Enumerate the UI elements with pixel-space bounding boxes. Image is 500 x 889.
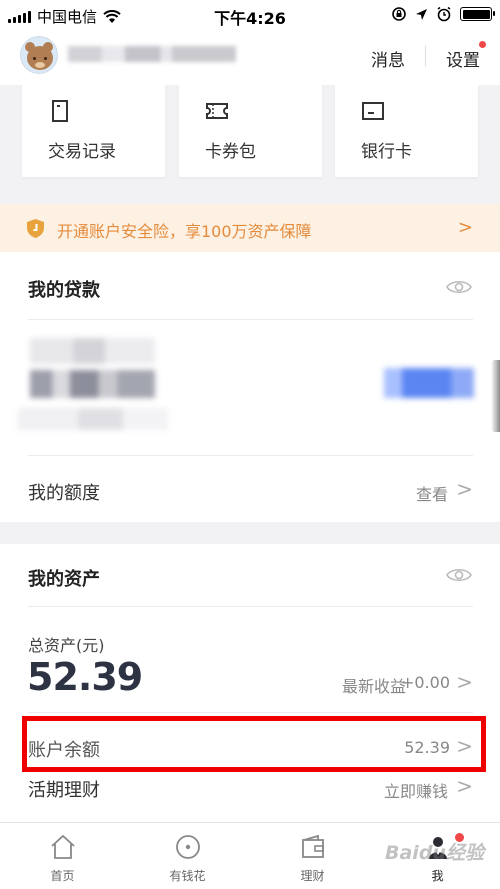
loan-amount-redacted xyxy=(30,370,155,398)
earn-now-link[interactable]: 立即赚钱 xyxy=(384,778,448,802)
assets-divider xyxy=(28,606,473,607)
home-icon xyxy=(50,834,75,859)
settings-notification-dot xyxy=(479,41,486,48)
quick-action-bank-cards[interactable]: 银行卡 xyxy=(335,85,478,177)
watermark: Baidu经验 xyxy=(385,842,484,864)
ticket-icon xyxy=(206,103,228,119)
loan-action-redacted[interactable] xyxy=(384,368,474,398)
messages-link[interactable]: 消息 xyxy=(371,46,405,71)
banner-text: 开通账户安全险，享100万资产保障 xyxy=(57,222,312,241)
highlight-box xyxy=(22,716,486,772)
tab-label: 首页 xyxy=(50,869,75,883)
quick-action-label: 卡券包 xyxy=(205,142,256,162)
loans-card: 我的贷款 我的额度 查看 > xyxy=(0,252,500,522)
quick-action-coupons[interactable]: 卡券包 xyxy=(179,85,322,177)
eye-icon[interactable] xyxy=(446,567,472,583)
chevron-right-icon: > xyxy=(457,217,473,238)
battery-icon xyxy=(460,7,495,21)
tab-label: 有钱花 xyxy=(169,869,206,883)
loans-divider xyxy=(28,319,473,320)
eye-icon[interactable] xyxy=(446,279,472,295)
location-icon xyxy=(416,8,427,20)
alarm-icon xyxy=(437,6,451,22)
bank-card-icon xyxy=(362,102,384,120)
quick-action-label: 银行卡 xyxy=(361,142,412,162)
assets-title: 我的资产 xyxy=(28,569,100,590)
credit-limit-label[interactable]: 我的额度 xyxy=(28,479,100,505)
chevron-right-icon: > xyxy=(456,477,473,501)
tab-finance[interactable]: 理财 xyxy=(250,823,375,889)
quick-action-label: 交易记录 xyxy=(48,142,116,162)
document-icon xyxy=(52,100,68,122)
wallet-icon xyxy=(301,834,324,858)
loan-info-redacted xyxy=(30,338,155,364)
latest-earnings-value[interactable]: +0.00 xyxy=(401,673,450,692)
scroll-edge-shadow xyxy=(491,360,500,432)
settings-link[interactable]: 设置 xyxy=(446,46,480,71)
credit-divider xyxy=(28,455,473,456)
tab-home[interactable]: 首页 xyxy=(0,823,125,889)
circle-dot-icon xyxy=(175,835,200,859)
quick-action-transactions[interactable]: 交易记录 xyxy=(22,85,165,177)
total-assets-label: 总资产(元) xyxy=(28,636,105,655)
insurance-banner[interactable]: 开通账户安全险，享100万资产保障 > xyxy=(0,204,500,252)
loan-detail-redacted xyxy=(18,408,168,430)
total-assets-value: 52.39 xyxy=(27,655,143,699)
lock-rotation-icon xyxy=(392,7,406,21)
profile-header: 消息 设置 xyxy=(0,30,500,85)
latest-earnings-label[interactable]: 最新收益 xyxy=(342,673,406,697)
avatar[interactable] xyxy=(20,36,58,74)
shield-icon xyxy=(27,219,44,238)
balance-top-divider xyxy=(28,712,473,713)
tab-label: 理财 xyxy=(300,869,325,883)
tab-label: 我 xyxy=(431,869,444,883)
credit-view-link[interactable]: 查看 xyxy=(416,481,448,505)
flexible-finance-label[interactable]: 活期理财 xyxy=(28,776,100,802)
status-bar: 中国电信 下午4:26 xyxy=(0,0,500,30)
header-divider xyxy=(425,46,426,66)
chevron-right-icon: > xyxy=(456,670,473,694)
username-redacted xyxy=(68,46,236,62)
tab-credit[interactable]: 有钱花 xyxy=(125,823,250,889)
chevron-right-icon: > xyxy=(456,774,473,798)
loans-title: 我的贷款 xyxy=(28,280,100,301)
